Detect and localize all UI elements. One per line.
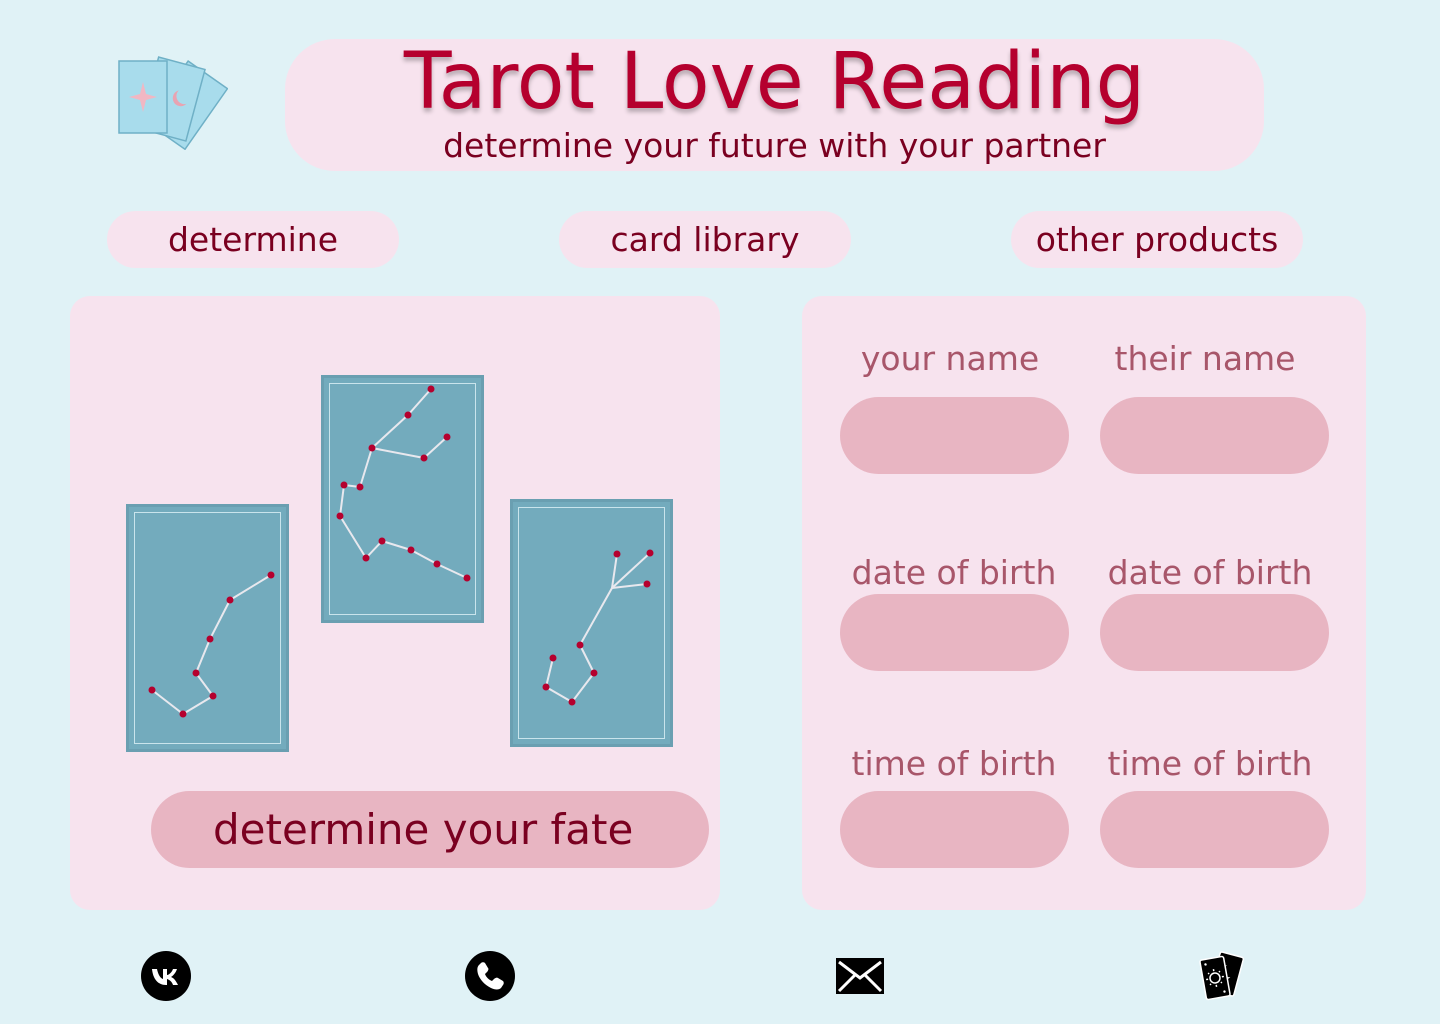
constellation-card-3[interactable] xyxy=(510,499,673,747)
their-tob-input[interactable] xyxy=(1100,791,1329,868)
vk-icon[interactable] xyxy=(140,950,192,1002)
phone-icon[interactable] xyxy=(464,950,516,1002)
their-dob-input[interactable] xyxy=(1100,594,1329,671)
tarot-cards-logo-icon xyxy=(112,48,229,151)
constellation-card-icon xyxy=(148,571,275,718)
your-name-input[interactable] xyxy=(840,397,1069,474)
page-title: Tarot Love Reading xyxy=(403,37,1146,127)
nav-determine-button[interactable]: determine xyxy=(107,211,399,268)
constellation-card-2[interactable] xyxy=(321,375,484,623)
their-name-input[interactable] xyxy=(1100,397,1329,474)
their-dob-label: date of birth xyxy=(1107,553,1313,592)
determine-fate-button[interactable]: determine your fate xyxy=(151,791,709,868)
your-tob-input[interactable] xyxy=(840,791,1069,868)
constellation-card-icon xyxy=(542,549,654,706)
their-name-label: their name xyxy=(1114,339,1296,378)
constellation-card-icon xyxy=(336,385,471,582)
your-dob-label: date of birth xyxy=(851,553,1057,592)
their-tob-label: time of birth xyxy=(1107,744,1313,783)
your-dob-input[interactable] xyxy=(840,594,1069,671)
your-name-label: your name xyxy=(860,339,1040,378)
nav-other-products-button[interactable]: other products xyxy=(1011,211,1303,268)
tarot-deck-icon[interactable] xyxy=(1195,950,1247,1002)
your-tob-label: time of birth xyxy=(851,744,1057,783)
mail-icon[interactable] xyxy=(834,950,886,1002)
nav-card-library-button[interactable]: card library xyxy=(559,211,851,268)
page-subtitle: determine your future with your partner xyxy=(443,126,1106,165)
constellation-card-1[interactable] xyxy=(126,504,289,752)
